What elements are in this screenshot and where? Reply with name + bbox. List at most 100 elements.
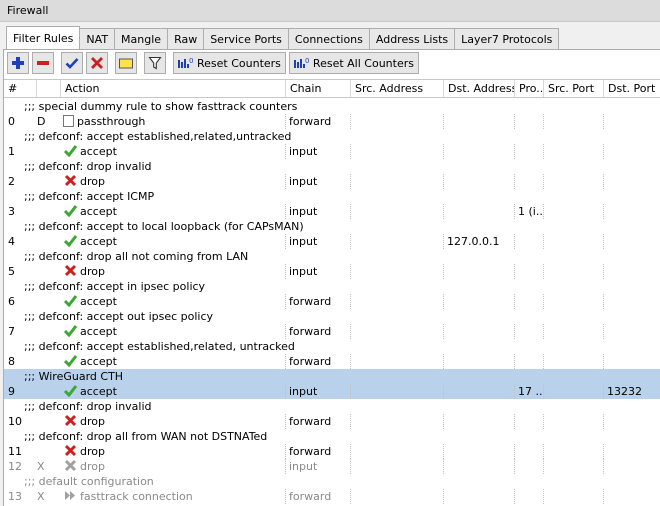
comment-row[interactable]: ;;; defconf: accept ICMP — [4, 189, 660, 204]
col-header-flags[interactable] — [37, 80, 61, 97]
rule-row[interactable]: 9 accept input 17 ... 13232 — [4, 384, 660, 399]
rule-protocol — [515, 174, 544, 189]
rule-row[interactable]: 2 drop input — [4, 174, 660, 189]
comment-row[interactable]: ;;; defconf: drop all not coming from LA… — [4, 249, 660, 264]
comment-row[interactable]: ;;; defconf: accept to local loopback (f… — [4, 219, 660, 234]
col-header-dst-port[interactable]: Dst. Port — [604, 80, 660, 97]
rule-row[interactable]: 8 accept forward — [4, 354, 660, 369]
col-header-protocol[interactable]: Pro... — [515, 80, 544, 97]
col-header-num[interactable]: # — [4, 80, 37, 97]
col-header-src-address[interactable]: Src. Address — [351, 80, 444, 97]
rule-src-address — [351, 114, 444, 129]
rule-row[interactable]: 3 accept input 1 (i... — [4, 204, 660, 219]
rule-action-label: accept — [80, 145, 117, 158]
rule-number: 6 — [8, 295, 15, 308]
rule-flag: X — [37, 490, 45, 503]
rule-dst-port — [604, 354, 660, 369]
rule-dst-address — [444, 414, 515, 429]
comment-row[interactable]: ;;; WireGuard CTH — [4, 369, 660, 384]
rule-dst-port — [604, 414, 660, 429]
rule-flag — [37, 354, 62, 369]
tab-service-ports[interactable]: Service Ports — [203, 28, 289, 49]
rule-dst-port — [604, 264, 660, 279]
tab-raw[interactable]: Raw — [167, 28, 205, 49]
comment-row[interactable]: ;;; default configuration — [4, 474, 660, 489]
rule-dst-port — [604, 489, 660, 504]
col-header-action[interactable]: Action — [61, 80, 286, 97]
comment-row[interactable]: ;;; defconf: accept out ipsec policy — [4, 309, 660, 324]
rule-protocol — [515, 264, 544, 279]
rule-action: accept — [61, 294, 286, 309]
rule-row[interactable]: 6 accept forward — [4, 294, 660, 309]
rule-protocol — [515, 489, 544, 504]
tab-mangle[interactable]: Mangle — [114, 28, 169, 49]
col-header-src-port[interactable]: Src. Port — [544, 80, 604, 97]
rule-src-address — [351, 444, 444, 459]
rule-chain: input — [286, 204, 351, 219]
window-title: Firewall — [7, 4, 49, 17]
rule-flag — [37, 234, 62, 249]
rule-protocol — [515, 324, 544, 339]
drop-icon — [64, 174, 77, 187]
rule-chain: forward — [286, 114, 351, 129]
rule-comment: ;;; defconf: accept in ipsec policy — [24, 280, 206, 293]
enable-button[interactable] — [61, 52, 83, 74]
window-titlebar: Firewall — [0, 0, 660, 22]
rule-dst-address — [444, 459, 515, 474]
add-button[interactable] — [7, 52, 29, 74]
rule-chain: forward — [286, 489, 351, 504]
reset-all-counters-button[interactable]: 00 Reset All Counters — [288, 52, 419, 74]
rule-action-label: drop — [80, 175, 105, 188]
passthrough-icon — [63, 115, 74, 127]
col-header-chain[interactable]: Chain — [286, 80, 351, 97]
rule-action-label: drop — [80, 415, 105, 428]
comment-button[interactable] — [115, 52, 137, 74]
rule-row[interactable]: 5 drop input — [4, 264, 660, 279]
comment-row[interactable]: ;;; defconf: drop invalid — [4, 159, 660, 174]
rule-flag — [37, 174, 62, 189]
rule-comment: ;;; defconf: drop invalid — [24, 400, 152, 413]
rule-row[interactable]: 4 accept input 127.0.0.1 — [4, 234, 660, 249]
rule-row[interactable]: 10 drop forward — [4, 414, 660, 429]
rule-row[interactable]: 7 accept forward — [4, 324, 660, 339]
tab-filter-rules[interactable]: Filter Rules — [6, 26, 81, 49]
rule-dst-port — [604, 459, 660, 474]
rule-src-address — [351, 174, 444, 189]
comment-row[interactable]: ;;; defconf: drop invalid — [4, 399, 660, 414]
rule-comment: ;;; defconf: accept out ipsec policy — [24, 310, 214, 323]
comment-row[interactable]: ;;; defconf: accept established,related,… — [4, 339, 660, 354]
rule-src-port — [544, 174, 604, 189]
remove-button[interactable] — [32, 52, 54, 74]
rule-src-port — [544, 414, 604, 429]
comment-row[interactable]: ;;; defconf: drop all from WAN not DSTNA… — [4, 429, 660, 444]
rule-action: accept — [61, 324, 286, 339]
tab-layer7-protocols[interactable]: Layer7 Protocols — [454, 28, 560, 49]
rule-src-address — [351, 459, 444, 474]
filter-button[interactable] — [144, 52, 166, 74]
svg-text:00: 00 — [189, 57, 193, 65]
rule-row[interactable]: 0 Dpassthrough forward — [4, 114, 660, 129]
col-header-dst-address[interactable]: Dst. Address — [444, 80, 515, 97]
rule-row[interactable]: 13 Xfasttrack connection forward — [4, 489, 660, 504]
comment-row[interactable]: ;;; special dummy rule to show fasttrack… — [4, 99, 660, 114]
comment-row[interactable]: ;;; defconf: accept established,related,… — [4, 129, 660, 144]
rule-dst-port: 13232 — [607, 385, 642, 398]
rule-row[interactable]: 11 drop forward — [4, 444, 660, 459]
rules-table: # Action Chain Src. Address Dst. Address… — [4, 79, 660, 506]
tab-nat[interactable]: NAT — [79, 28, 116, 49]
rule-chain: forward — [286, 444, 351, 459]
reset-counters-button[interactable]: 00 Reset Counters — [173, 52, 286, 74]
tab-connections[interactable]: Connections — [287, 28, 370, 49]
rule-dst-address — [444, 264, 515, 279]
rule-row[interactable]: 1 accept input — [4, 144, 660, 159]
comment-row[interactable]: ;;; defconf: accept in ipsec policy — [4, 279, 660, 294]
minus-icon — [37, 61, 49, 65]
disable-button[interactable] — [86, 52, 108, 74]
rule-row[interactable]: 12 Xdrop input — [4, 459, 660, 474]
rule-flag: X — [37, 460, 45, 473]
plus-icon — [12, 57, 24, 69]
rule-action-label: passthrough — [77, 115, 146, 128]
tab-address-lists[interactable]: Address Lists — [368, 28, 456, 49]
rule-flag — [37, 384, 62, 399]
rule-number: 11 — [8, 445, 22, 458]
